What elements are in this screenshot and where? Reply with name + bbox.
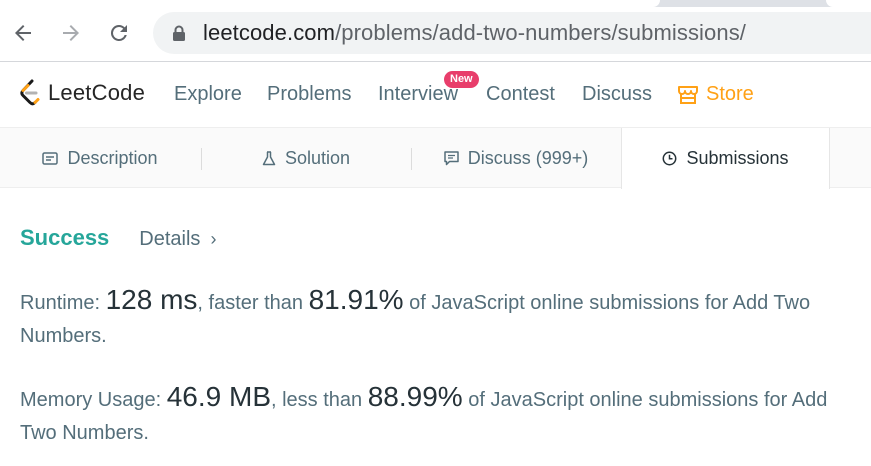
tab-description-label: Description — [67, 147, 158, 168]
tab-submissions-label: Submissions — [686, 148, 789, 168]
nav-discuss[interactable]: Discuss — [582, 83, 652, 106]
tab-discuss[interactable]: Discuss (999+) — [412, 128, 620, 188]
arrow-left-icon — [15, 25, 31, 41]
details-label: Details — [139, 228, 201, 250]
tab-description[interactable]: Description — [0, 128, 200, 188]
memory-percent: 88.99% — [367, 381, 463, 412]
nav-store-label: Store — [706, 83, 754, 105]
runtime-label: Runtime: — [20, 292, 101, 314]
reload-button[interactable] — [104, 18, 134, 48]
leetcode-logo-icon — [20, 79, 40, 106]
browser-toolbar: leetcode.com/problems/add-two-numbers/su… — [0, 0, 871, 62]
lock-icon[interactable] — [172, 25, 186, 42]
url-path: /problems/add-two-numbers/submissions/ — [335, 20, 747, 45]
site-navbar: LeetCode Explore Problems Interview New … — [0, 62, 871, 127]
nav-store[interactable]: Store — [678, 83, 754, 106]
comment-icon — [443, 150, 459, 165]
browser-tab-other[interactable] — [826, 0, 871, 7]
memory-stat: Memory Usage: 46.9 MB, less than 88.99% … — [20, 380, 860, 450]
clock-icon — [663, 151, 677, 166]
tab-solution[interactable]: Solution — [202, 128, 410, 188]
nav-contest[interactable]: Contest — [486, 83, 555, 106]
forward-button[interactable] — [56, 18, 86, 48]
chevron-right-icon: › — [210, 229, 217, 249]
status-success: Success — [20, 225, 110, 250]
browser-tab-strip — [0, 0, 871, 7]
runtime-value: 128 ms — [105, 284, 198, 315]
nav-explore[interactable]: Explore — [174, 83, 242, 106]
logo-text: LeetCode — [48, 80, 146, 105]
url-host: leetcode.com — [203, 20, 336, 45]
address-bar[interactable]: leetcode.com/problems/add-two-numbers/su… — [153, 12, 871, 54]
runtime-percent: 81.91% — [308, 284, 404, 315]
memory-value: 46.9 MB — [166, 381, 271, 412]
back-button[interactable] — [8, 18, 38, 48]
memory-label: Memory Usage: — [20, 389, 162, 411]
result-header: Success Details › — [20, 225, 216, 251]
runtime-stat: Runtime: 128 ms, faster than 81.91% of J… — [20, 283, 860, 353]
nav-problems[interactable]: Problems — [267, 83, 351, 106]
tab-submissions[interactable]: Submissions — [621, 128, 830, 189]
flask-icon — [262, 150, 276, 165]
arrow-right-icon — [63, 25, 79, 41]
new-badge: New — [444, 71, 479, 88]
url-text[interactable]: leetcode.com/problems/add-two-numbers/su… — [203, 20, 746, 46]
store-icon — [678, 85, 698, 104]
reload-icon — [110, 24, 127, 41]
details-link[interactable]: Details › — [139, 228, 216, 251]
description-icon — [42, 151, 59, 165]
tab-discuss-label: Discuss (999+) — [467, 147, 589, 168]
nav-interview[interactable]: Interview — [378, 83, 458, 106]
problem-tabs: Description Solution Discuss (999+) Subm… — [0, 127, 871, 189]
runtime-mid: , faster than — [197, 292, 304, 314]
leetcode-logo[interactable]: LeetCode — [19, 79, 145, 107]
tab-solution-label: Solution — [284, 147, 351, 168]
browser-tab-active[interactable] — [0, 0, 660, 7]
memory-mid: , less than — [271, 389, 363, 411]
